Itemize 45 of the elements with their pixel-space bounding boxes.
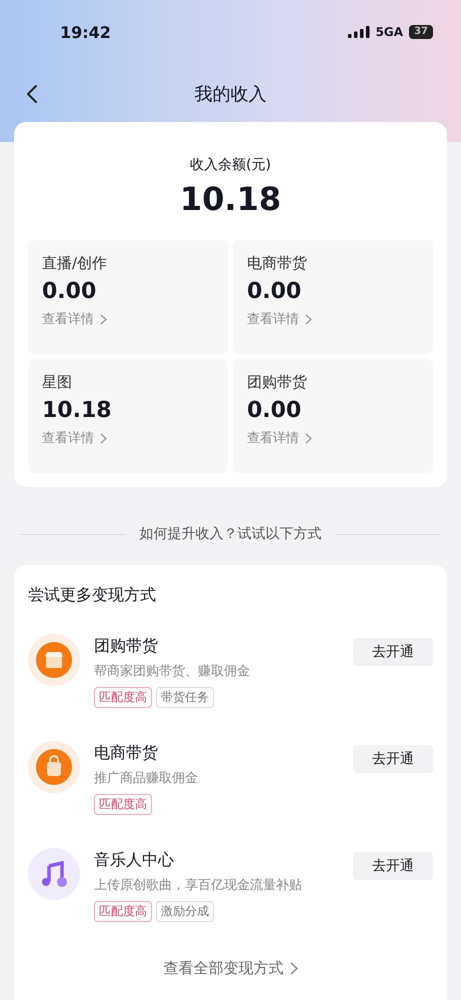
method-description: 帮商家团购带货、赚取佣金 xyxy=(94,663,251,680)
view-all-link[interactable]: 查看全部变现方式 xyxy=(164,959,284,978)
source-name: 团购带货 xyxy=(247,373,308,392)
chevron-icon xyxy=(305,432,312,444)
chevron-icon xyxy=(100,314,107,324)
page-title: 我的收入 xyxy=(194,83,266,106)
chevron-icon xyxy=(100,432,107,444)
source-name: 星图 xyxy=(42,373,73,392)
tag: 匹配度高 xyxy=(94,794,152,815)
method-icon xyxy=(28,634,80,686)
source-amount: 0.00 xyxy=(247,279,302,304)
income-source-card[interactable]: 星图 10.18 查看详情 xyxy=(28,359,228,473)
tip-text: 如何提升收入？试试以下方式 xyxy=(140,525,322,543)
battery-indicator: 37 xyxy=(409,25,433,39)
source-amount: 0.00 xyxy=(42,279,98,304)
method-description: 推广商品赚取佣金 xyxy=(94,770,199,787)
source-name: 电商带货 xyxy=(247,254,308,273)
tag: 激励分成 xyxy=(156,901,214,922)
balance-label: 收入余额(元) xyxy=(189,156,272,174)
chevron-icon xyxy=(305,314,312,324)
source-name: 直播/创作 xyxy=(42,254,108,273)
method-name: 团购带货 xyxy=(94,636,159,657)
signal-icon xyxy=(348,26,370,38)
network-label: 5GA xyxy=(376,25,404,39)
activate-button[interactable]: 去开通 xyxy=(353,745,433,773)
income-source-card[interactable]: 电商带货 0.00 查看详情 xyxy=(233,240,433,354)
source-amount: 10.18 xyxy=(42,398,113,423)
balance-amount: 10.18 xyxy=(178,180,282,218)
method-description: 上传原创歌曲，享百亿现金流量补贴 xyxy=(94,877,303,894)
income-source-card[interactable]: 直播/创作 0.00 查看详情 xyxy=(28,240,228,354)
income-source-card[interactable]: 团购带货 0.00 查看详情 xyxy=(233,359,433,473)
section-title: 尝试更多变现方式 xyxy=(28,585,157,606)
method-name: 电商带货 xyxy=(94,743,159,764)
source-amount: 0.00 xyxy=(247,398,302,423)
status-time: 19:42 xyxy=(60,22,111,42)
activate-button[interactable]: 去开通 xyxy=(353,852,433,880)
chevron-icon xyxy=(290,962,298,975)
tag: 匹配度高 xyxy=(94,687,152,708)
method-icon xyxy=(28,741,80,793)
tag: 匹配度高 xyxy=(94,901,152,922)
back-icon[interactable] xyxy=(26,84,38,104)
method-icon xyxy=(28,848,80,900)
method-name: 音乐人中心 xyxy=(94,850,175,871)
activate-button[interactable]: 去开通 xyxy=(353,638,433,666)
tag: 带货任务 xyxy=(156,687,214,708)
